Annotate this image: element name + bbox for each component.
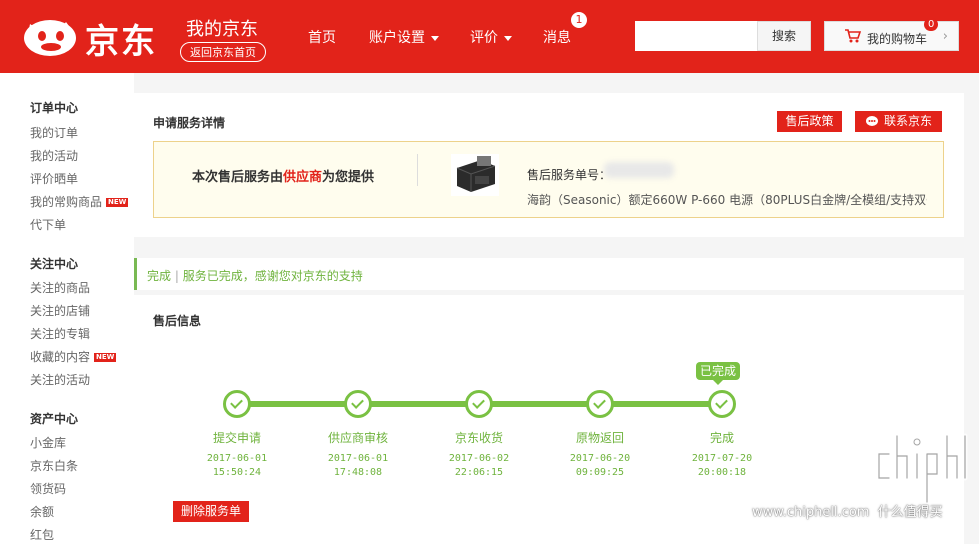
progress-step-node [465,390,493,418]
check-icon [715,396,728,409]
watermark-site: 什么值得买 [877,505,943,520]
nav-account-settings[interactable]: 账户设置 [369,27,439,47]
step-time: 09:09:25 [575,467,625,478]
sidebar-item-followed-activities[interactable]: 关注的活动 [30,371,90,388]
step-date: 2017-06-20 [569,453,631,464]
sidebar-item-favorites[interactable]: 收藏的内容 NEW [30,348,117,365]
cart-icon [845,29,861,43]
step-date: 2017-06-02 [448,453,510,464]
cart-label: 我的购物车 [867,32,928,46]
sidebar-group-title-follows: 关注中心 [30,257,79,271]
new-badge: NEW [106,198,129,207]
progress-step-node [223,390,251,418]
service-info-box: 本次售后服务由供应商为您提供 售后服务单号： 海韵（Seasonic）额定660… [153,141,944,218]
back-home-link[interactable]: 返回京东首页 [180,42,266,62]
divider [417,154,418,186]
step-time: 22:06:15 [454,467,504,478]
top-header: 京东 我的京东 返回京东首页 首页 账户设置 评价 消息 1 搜索 我的购物车 … [0,0,979,73]
delete-service-order-button[interactable]: 删除服务单 [173,501,249,522]
chevron-down-icon [504,35,512,41]
step-time: 17:48:08 [333,467,383,478]
sidebar-item-vault[interactable]: 小金库 [30,434,66,451]
product-thumbnail[interactable] [451,154,499,196]
sidebar-item-followed-products[interactable]: 关注的商品 [30,279,90,296]
sidebar: 订单中心 我的订单 我的活动 评价晒单 我的常购商品 NEW 代下单 关注中心 关… [0,73,134,544]
check-icon [351,396,364,409]
sidebar-item-baitiao[interactable]: 京东白条 [30,457,78,474]
watermark-text: www.chiphell.com 什么值得买 [752,501,943,520]
progress-step-node [708,390,736,418]
chat-icon [866,116,878,126]
nav-home-label: 首页 [308,30,336,46]
progress-step-node [586,390,614,418]
sidebar-item-reviews[interactable]: 评价晒单 [30,170,78,187]
step-time: 15:50:24 [212,467,262,478]
site-title[interactable]: 我的京东 [186,15,258,41]
nav-reviews-label: 评价 [470,30,498,46]
new-badge: NEW [94,353,117,362]
message-count-badge: 1 [570,11,588,29]
sidebar-item-redeem-code[interactable]: 领货码 [30,480,66,497]
sidebar-item-followed-shops[interactable]: 关注的店铺 [30,302,90,319]
watermark-url: www.chiphell.com [752,505,870,520]
status-state: 完成 [147,269,172,283]
step-label-jd-received: 京东收货 [454,431,503,445]
chevron-down-icon [431,35,439,41]
status-separator: | [174,269,179,283]
service-detail-title: 申请服务详情 [153,116,226,130]
status-message: 服务已完成，感谢您对京东的支持 [182,269,363,283]
sidebar-item-label: 收藏的内容 [30,350,91,364]
provider-prefix: 本次售后服务由 [192,170,284,185]
service-number-redacted [604,162,674,178]
provider-suffix: 为您提供 [322,170,375,185]
sidebar-item-my-orders[interactable]: 我的订单 [30,124,78,141]
sidebar-item-followed-albums[interactable]: 关注的专辑 [30,325,90,342]
chevron-right-icon: › [942,29,948,44]
cart-button[interactable]: 我的购物车 › [824,21,959,51]
provider-notice: 本次售后服务由供应商为您提供 [192,166,374,185]
contact-jd-label: 联系京东 [884,114,933,128]
completed-badge: 已完成 [696,362,740,385]
search-button[interactable]: 搜索 [757,21,811,51]
step-label-supplier-review: 供应商审核 [327,431,388,445]
sidebar-item-label: 我的常购商品 [30,195,103,209]
step-time: 20:00:18 [697,467,747,478]
status-bar: 完成 | 服务已完成，感谢您对京东的支持 [134,258,964,290]
sidebar-group-title-orders: 订单中心 [30,101,79,115]
nav-home[interactable]: 首页 [308,27,336,47]
step-date: 2017-06-01 [327,453,389,464]
sidebar-item-proxy-order[interactable]: 代下单 [30,216,66,233]
status-text: 完成 | 服务已完成，感谢您对京东的支持 [147,267,363,284]
after-sale-title: 售后信息 [153,314,202,328]
sidebar-group-title-assets: 资产中心 [30,412,79,426]
after-sale-policy-button[interactable]: 售后政策 [777,111,842,132]
step-label-submit: 提交申请 [212,431,261,445]
check-icon [472,396,485,409]
nav-account-settings-label: 账户设置 [369,30,425,46]
nav-reviews[interactable]: 评价 [470,27,512,47]
step-label-returned: 原物返回 [575,431,624,445]
progress-step-node [344,390,372,418]
product-name[interactable]: 海韵（Seasonic）额定660W P-660 电源（80PLUS白金牌/全模… [527,191,927,208]
check-icon [230,396,243,409]
nav-messages[interactable]: 消息 [543,27,571,47]
nav-messages-label: 消息 [543,30,571,46]
sidebar-item-red-packet[interactable]: 红包 [30,526,54,543]
brand-logo-text[interactable]: 京东 [85,14,157,63]
service-number-label: 售后服务单号： [527,168,612,182]
step-label-done: 完成 [709,431,734,445]
provider-name: 供应商 [283,170,323,185]
check-icon [593,396,606,409]
sidebar-item-balance[interactable]: 余额 [30,503,54,520]
step-date: 2017-06-01 [206,453,268,464]
sidebar-item-frequent-products[interactable]: 我的常购商品 NEW [30,193,129,210]
step-date: 2017-07-20 [691,453,753,464]
sidebar-item-my-activities[interactable]: 我的活动 [30,147,78,164]
contact-jd-button[interactable]: 联系京东 [855,111,942,132]
chiphell-watermark-icon [876,433,968,505]
